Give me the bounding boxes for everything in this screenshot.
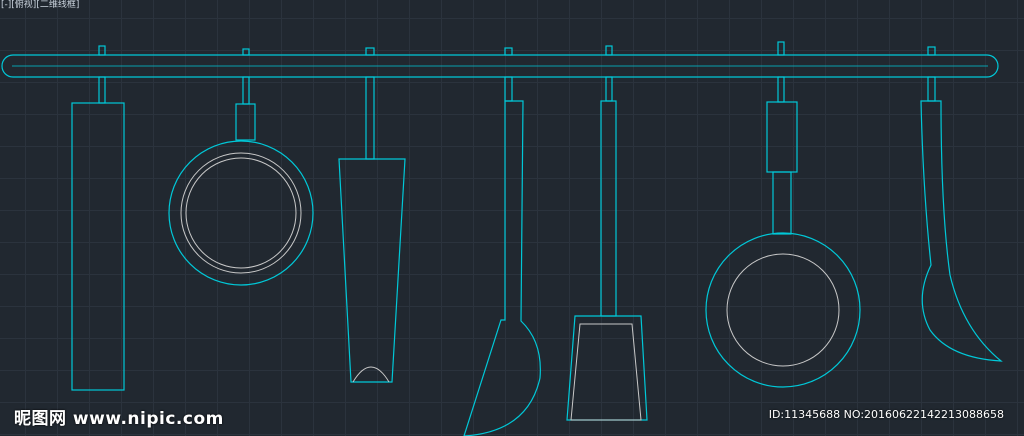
utensil-spatula-ladle[interactable] (463, 76, 541, 436)
utensil-tapered-scraper[interactable] (338, 76, 406, 383)
hanging-rail[interactable] (1, 54, 999, 78)
rail-pins (98, 41, 936, 56)
utensil-large-pan[interactable] (705, 76, 861, 388)
utensil-turner[interactable] (566, 76, 648, 421)
utensil-small-pan[interactable] (168, 76, 314, 286)
watermark-id: ID:11345688 NO:20160622142213088658 (768, 408, 1004, 421)
utensil-curved-ladle[interactable] (920, 76, 1003, 362)
utensil-board[interactable] (71, 76, 125, 391)
kitchen-utensil-rack-drawing (1, 41, 1003, 436)
watermark-logo: 昵图网 www.nipic.com (14, 409, 224, 429)
